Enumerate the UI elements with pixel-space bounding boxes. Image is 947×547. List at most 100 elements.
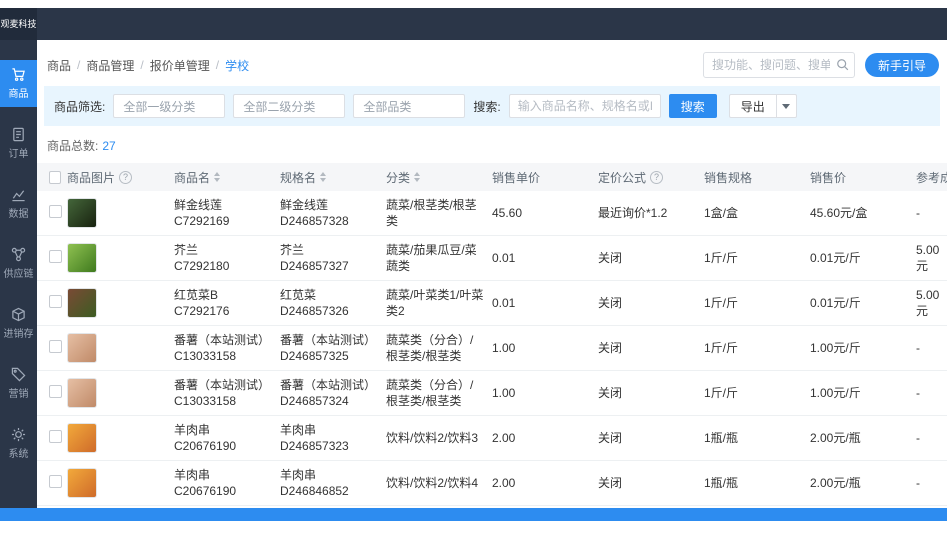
export-button[interactable]: 导出 [728,94,777,118]
category-type-select[interactable]: 全部品类 [353,94,466,118]
sidebar-item-orders[interactable]: 订单 [0,120,37,167]
sidebar-item-supply-chain[interactable]: 供应链 [0,240,37,287]
breadcrumb-item[interactable]: 报价单管理 [150,57,210,74]
category-level2-select[interactable]: 全部二级分类 [233,94,346,118]
search-icon[interactable] [836,58,850,72]
table-row[interactable]: 番薯（本站测试） C13033158 番薯（本站测试） D246857324 蔬菜类… [37,371,947,416]
row-checkbox[interactable] [49,429,62,443]
table-row[interactable]: 羊肉串 C20676190 羊肉串 D246857323 饮料/饮料2/饮料3 2.… [37,416,947,461]
sidebar-item-label: 订单 [8,149,29,160]
row-checkbox[interactable] [49,339,62,353]
summary-row: 商品总数: 27 [37,126,947,163]
breadcrumb-separator: / [215,58,220,72]
app-window: 观麦科技 商品 订单 数据 供应链 进销存 营销 系统 商品 / 商品管理 / … [0,8,947,521]
product-name: 羊肉串 [174,423,211,437]
spec-name: 红苋菜 [280,288,317,302]
table-header: 商品图片? 商品名 规格名 分类 销售单价 定价公式? 销售规格 销售价 参考成 [37,163,947,191]
category-level1-select[interactable]: 全部一级分类 [113,94,226,118]
reference-cost: - [916,386,920,400]
product-code: C20676190 [174,439,237,453]
product-image[interactable] [67,198,97,228]
sales-spec: 1斤/斤 [704,341,739,355]
sidebar-item-data[interactable]: 数据 [0,180,37,227]
pricing-formula: 关闭 [598,431,623,445]
product-code: C7292180 [174,259,230,273]
sidebar: 商品 订单 数据 供应链 进销存 营销 系统 [0,40,37,521]
table-row[interactable]: 番薯（本站测试） C13033158 番薯（本站测试） D246857325 蔬菜类… [37,326,947,371]
product-image[interactable] [67,288,97,318]
product-image[interactable] [67,378,97,408]
product-search-input[interactable] [508,94,661,118]
sidebar-item-label: 商品 [8,89,29,100]
network-icon [11,247,26,262]
unit-price: 0.01 [492,296,516,310]
global-search-input[interactable] [702,52,855,78]
sort-icon[interactable] [214,172,221,182]
export-split-button: 导出 [728,94,797,118]
category: 蔬菜/茄果瓜豆/菜蔬类 [386,243,477,273]
product-image[interactable] [67,333,97,363]
breadcrumb-separator: / [140,58,144,72]
sidebar-item-products[interactable]: 商品 [0,60,37,107]
sidebar-item-marketing[interactable]: 营销 [0,360,37,407]
global-search [702,52,855,78]
export-dropdown-toggle[interactable] [776,94,797,118]
search-button[interactable]: 搜索 [668,94,717,118]
filter-bar: 商品筛选: 全部一级分类 全部二级分类 全部品类 搜索: 搜索 导出 [44,86,940,126]
spec-code: D246857325 [280,349,349,363]
breadcrumb-row: 商品 / 商品管理 / 报价单管理 / 学校 新手引导 [37,50,947,80]
category: 饮料/饮料2/饮料3 [386,431,479,445]
sort-icon[interactable] [414,172,421,182]
sales-price: 0.01元/斤 [810,296,861,310]
sales-price: 2.00元/瓶 [810,431,861,445]
spec-name: 鲜金线莲 [280,198,329,212]
help-icon[interactable]: ? [119,170,133,184]
unit-price: 45.60 [492,206,523,220]
sidebar-item-system[interactable]: 系统 [0,420,37,467]
guide-button[interactable]: 新手引导 [864,53,939,77]
spec-code: D246857326 [280,304,349,318]
sidebar-item-label: 数据 [8,209,29,220]
product-image[interactable] [67,423,97,453]
category: 蔬菜类（分合）/根茎类/根茎类 [386,378,474,408]
row-checkbox[interactable] [49,384,62,398]
product-code: C13033158 [174,394,237,408]
breadcrumb-item[interactable]: 商品管理 [86,57,134,74]
spec-name: 芥兰 [280,243,305,257]
sales-price: 1.00元/斤 [810,341,861,355]
table-row[interactable]: 红苋菜B C7292176 红苋菜 D246857326 蔬菜/叶菜类1/叶菜类2 … [37,281,947,326]
sort-icon[interactable] [320,172,327,182]
breadcrumb-item-current[interactable]: 学校 [225,57,249,74]
spec-name: 羊肉串 [280,423,317,437]
spec-name: 羊肉串 [280,468,317,482]
select-all-checkbox[interactable] [49,170,61,184]
breadcrumb-item[interactable]: 商品 [47,57,71,74]
breadcrumb: 商品 / 商品管理 / 报价单管理 / 学校 [47,57,249,74]
order-list-icon [13,127,24,142]
sales-price: 1.00元/斤 [810,386,861,400]
category: 蔬菜/根茎类/根茎类 [386,198,477,228]
tag-icon [11,367,26,382]
row-checkbox[interactable] [49,474,62,488]
product-code: C7292169 [174,214,230,228]
row-checkbox[interactable] [49,294,62,308]
spec-code: D246857324 [280,394,349,408]
help-icon[interactable]: ? [650,170,664,184]
sales-price: 45.60元/盒 [810,206,868,220]
sidebar-item-label: 系统 [8,449,29,460]
sales-spec: 1斤/斤 [704,296,739,310]
sidebar-item-inventory[interactable]: 进销存 [0,300,37,347]
reference-cost: - [916,476,920,490]
row-checkbox[interactable] [49,249,62,263]
row-checkbox[interactable] [49,204,62,218]
product-image[interactable] [67,243,97,273]
product-code: C20676190 [174,484,237,498]
search-label: 搜索: [473,99,501,114]
chart-icon [12,190,25,202]
table-row[interactable]: 羊肉串 C20676190 羊肉串 D246846852 饮料/饮料2/饮料4 2.… [37,461,947,506]
product-image[interactable] [67,468,97,498]
table-row[interactable]: 鲜金线莲 C7292169 鲜金线莲 D246857328 蔬菜/根茎类/根茎类 4… [37,191,947,236]
table-row[interactable]: 芥兰 C7292180 芥兰 D246857327 蔬菜/茄果瓜豆/菜蔬类 0.01… [37,236,947,281]
total-label: 商品总数: [47,139,99,153]
sales-spec: 1瓶/瓶 [704,476,739,490]
